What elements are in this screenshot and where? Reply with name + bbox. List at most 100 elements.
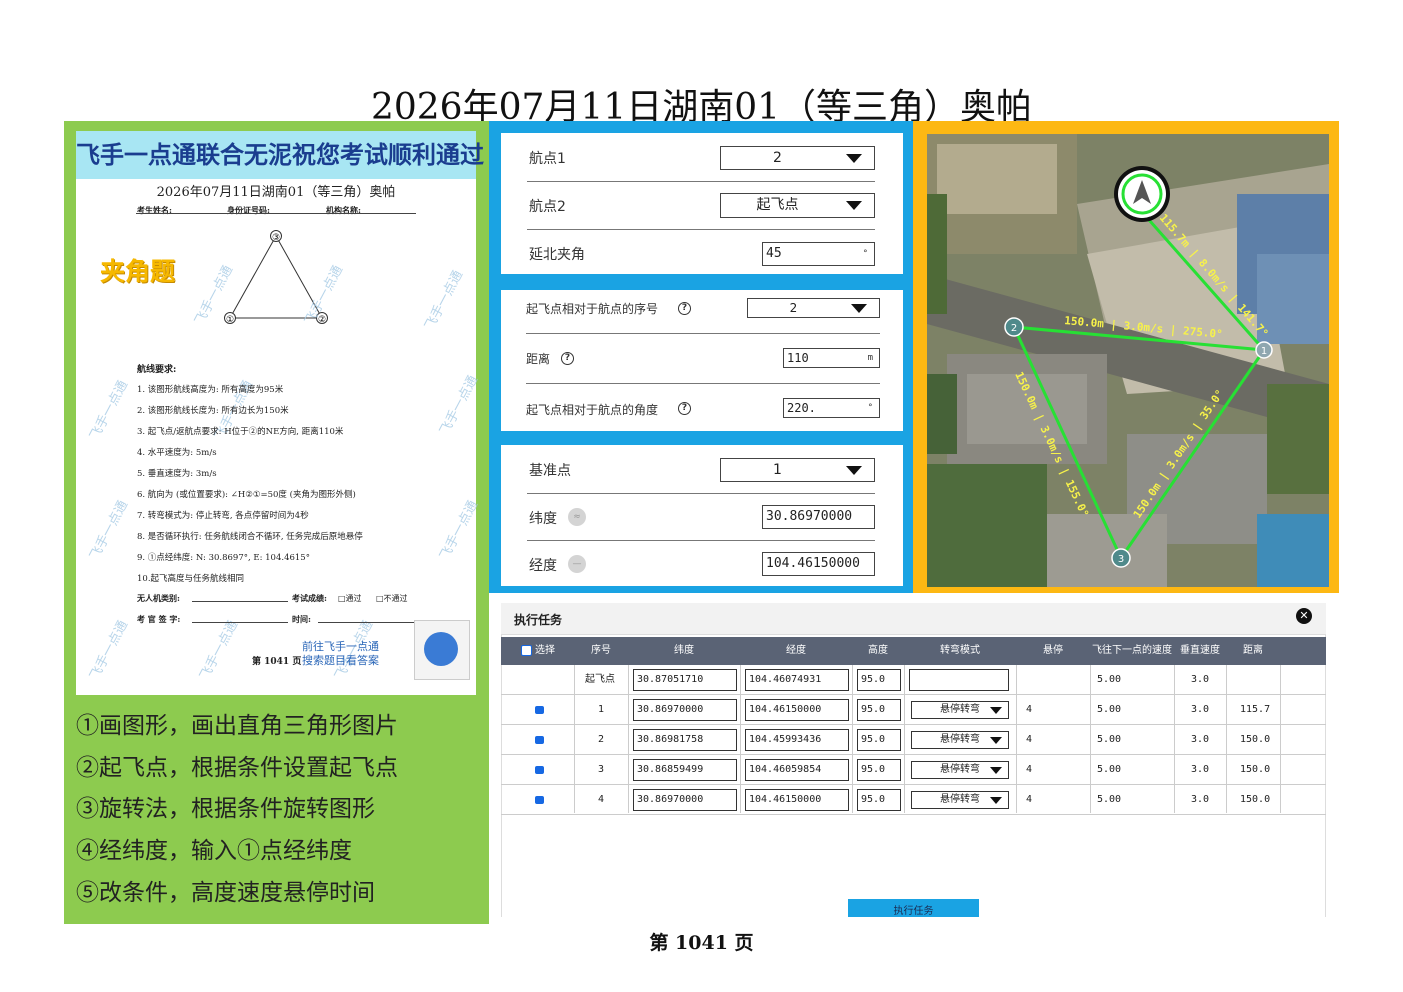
uav-type-label: 无人机类别: — [137, 593, 180, 603]
table-row[interactable]: 3 30.86859499 104.46059854 95.0 悬停转弯 4 5… — [501, 755, 1326, 785]
cell-alt-input[interactable]: 95.0 — [857, 729, 901, 751]
cell-lon-input[interactable]: 104.46059854 — [745, 759, 849, 781]
satellite-map[interactable]: 150.0m | 3.0m/s | 275.0° 150.0m | 3.0m/s… — [927, 134, 1329, 587]
cell-distance: 150.0 — [1240, 794, 1271, 805]
page-number: 第 1041 页 — [649, 932, 754, 954]
examiner-line — [192, 622, 288, 623]
north-angle-input[interactable]: 45 ° — [762, 242, 875, 266]
row-select-checkbox[interactable] — [535, 796, 544, 804]
sheet-title: 2026年07月11日湖南01（等三角）奥帕 — [156, 185, 396, 200]
requirement-item: 5. 垂直速度为: 3m/s — [137, 469, 217, 479]
chevron-down-icon — [990, 797, 1002, 804]
help-icon[interactable]: ? — [561, 352, 574, 365]
cell-lon-input[interactable]: 104.46074931 — [745, 669, 849, 691]
latitude-icon[interactable]: ≈ — [568, 508, 586, 526]
waypoint2-label: 航点2 — [529, 199, 566, 215]
longitude-input[interactable]: 104.46150000 — [762, 552, 875, 576]
requirement-item: 9. ①点经纬度: N: 30.8697°, E: 104.4615° — [137, 553, 310, 563]
table-row[interactable]: 4 30.86970000 104.46150000 95.0 悬停转弯 4 5… — [501, 785, 1326, 815]
cell-hover: 4 — [1026, 764, 1033, 775]
turn-mode-dropdown[interactable]: 悬停转弯 — [911, 791, 1009, 809]
col-header-select[interactable]: 选择 — [534, 637, 556, 665]
takeoff-seq-dropdown[interactable]: 2 — [747, 298, 880, 318]
col-header-alt: 高度 — [868, 645, 888, 656]
row-select-checkbox[interactable] — [535, 736, 544, 744]
col-header-lat: 纬度 — [674, 645, 694, 656]
table-row[interactable]: 起飞点 30.87051710 104.46074931 95.0 5.00 3… — [501, 665, 1326, 695]
pass-checkbox: □通过 — [338, 594, 362, 603]
cell-alt-input[interactable]: 95.0 — [857, 759, 901, 781]
col-header-seq: 序号 — [591, 645, 611, 656]
select-all-checkbox[interactable] — [521, 645, 532, 656]
chevron-down-icon — [851, 304, 867, 313]
triangle-vertex-1: ① — [226, 315, 234, 325]
takeoff-angle-label: 起飞点相对于航点的角度 — [526, 403, 659, 417]
cell-seq: 起飞点 — [585, 674, 615, 685]
qr-logo — [424, 632, 458, 666]
execute-task-button[interactable]: 执行任务 — [848, 899, 979, 917]
waypoint2-dropdown[interactable]: 起飞点 — [720, 193, 875, 218]
waypoint-node-1: 1 — [1261, 346, 1267, 357]
col-header-speed: 飞往下一点的速度 — [1092, 645, 1172, 656]
north-angle-label: 延北夹角 — [529, 247, 585, 263]
cell-lat-input[interactable]: 30.86981758 — [633, 729, 737, 751]
chevron-down-icon — [846, 466, 862, 475]
sheet-page-number: 第 1041 页 — [252, 657, 302, 667]
distance-input[interactable]: 110 m — [783, 348, 880, 368]
divider — [527, 540, 875, 541]
cell-mode-empty[interactable] — [909, 669, 1009, 691]
takeoff-angle-input[interactable]: 220. ° — [783, 398, 880, 418]
col-header-vspeed: 垂直速度 — [1180, 645, 1220, 656]
help-icon[interactable]: ? — [678, 302, 691, 315]
turn-mode-value: 悬停转弯 — [940, 704, 980, 715]
cell-alt-input[interactable]: 95.0 — [857, 669, 901, 691]
col-header-distance: 距离 — [1243, 645, 1263, 656]
waypoint1-value: 2 — [773, 150, 782, 166]
triangle-vertex-3: ③ — [272, 233, 280, 243]
cell-lat-input[interactable]: 30.86970000 — [633, 789, 737, 811]
step-5: ⑤改条件，高度速度悬停时间 — [76, 880, 375, 906]
meter-unit: m — [867, 353, 873, 363]
longitude-value: 104.46150000 — [766, 556, 860, 571]
cell-lat-input[interactable]: 30.87051710 — [633, 669, 737, 691]
base-point-dropdown[interactable]: 1 — [720, 458, 875, 482]
cell-lon-input[interactable]: 104.45993436 — [745, 729, 849, 751]
close-icon[interactable]: ✕ — [1296, 608, 1312, 624]
table-row[interactable]: 2 30.86981758 104.45993436 95.0 悬停转弯 4 5… — [501, 725, 1326, 755]
cell-alt-input[interactable]: 95.0 — [857, 789, 901, 811]
latitude-label: 纬度 — [529, 511, 557, 527]
takeoff-angle-value: 220. — [787, 401, 816, 415]
cell-lon-input[interactable]: 104.46150000 — [745, 699, 849, 721]
cell-seq: 1 — [598, 704, 605, 715]
divider — [527, 181, 875, 182]
help-icon[interactable]: ? — [678, 402, 691, 415]
map-canvas[interactable]: 150.0m | 3.0m/s | 275.0° 150.0m | 3.0m/s… — [927, 134, 1329, 587]
latitude-input[interactable]: 30.86970000 — [762, 505, 875, 529]
turn-mode-dropdown[interactable]: 悬停转弯 — [911, 761, 1009, 779]
cell-hover: 4 — [1026, 794, 1033, 805]
turn-mode-value: 悬停转弯 — [940, 734, 980, 745]
cell-lat-input[interactable]: 30.86970000 — [633, 699, 737, 721]
chevron-down-icon — [846, 154, 862, 163]
row-select-checkbox[interactable] — [535, 706, 544, 714]
cell-vspeed: 3.0 — [1191, 764, 1210, 775]
turn-mode-dropdown[interactable]: 悬停转弯 — [911, 731, 1009, 749]
table-row[interactable]: 1 30.86970000 104.46150000 95.0 悬停转弯 4 5… — [501, 695, 1326, 725]
cell-speed: 5.00 — [1097, 674, 1122, 685]
cell-lat-input[interactable]: 30.86859499 — [633, 759, 737, 781]
waypoint1-dropdown[interactable]: 2 — [720, 146, 875, 170]
cell-vspeed: 3.0 — [1191, 704, 1210, 715]
row-select-checkbox[interactable] — [535, 766, 544, 774]
cell-hover: 4 — [1026, 734, 1033, 745]
cell-alt-input[interactable]: 95.0 — [857, 699, 901, 721]
cell-lon-input[interactable]: 104.46150000 — [745, 789, 849, 811]
turn-mode-dropdown[interactable]: 悬停转弯 — [911, 701, 1009, 719]
step-4: ④经纬度，输入①点经纬度 — [76, 838, 352, 864]
fail-checkbox: □不通过 — [376, 594, 408, 603]
cell-vspeed: 3.0 — [1191, 734, 1210, 745]
longitude-icon[interactable]: — — [568, 555, 586, 573]
divider — [527, 229, 875, 230]
chevron-down-icon — [990, 707, 1002, 714]
step-3: ③旋转法，根据条件旋转图形 — [76, 796, 375, 822]
north-angle-value: 45 — [766, 246, 782, 261]
